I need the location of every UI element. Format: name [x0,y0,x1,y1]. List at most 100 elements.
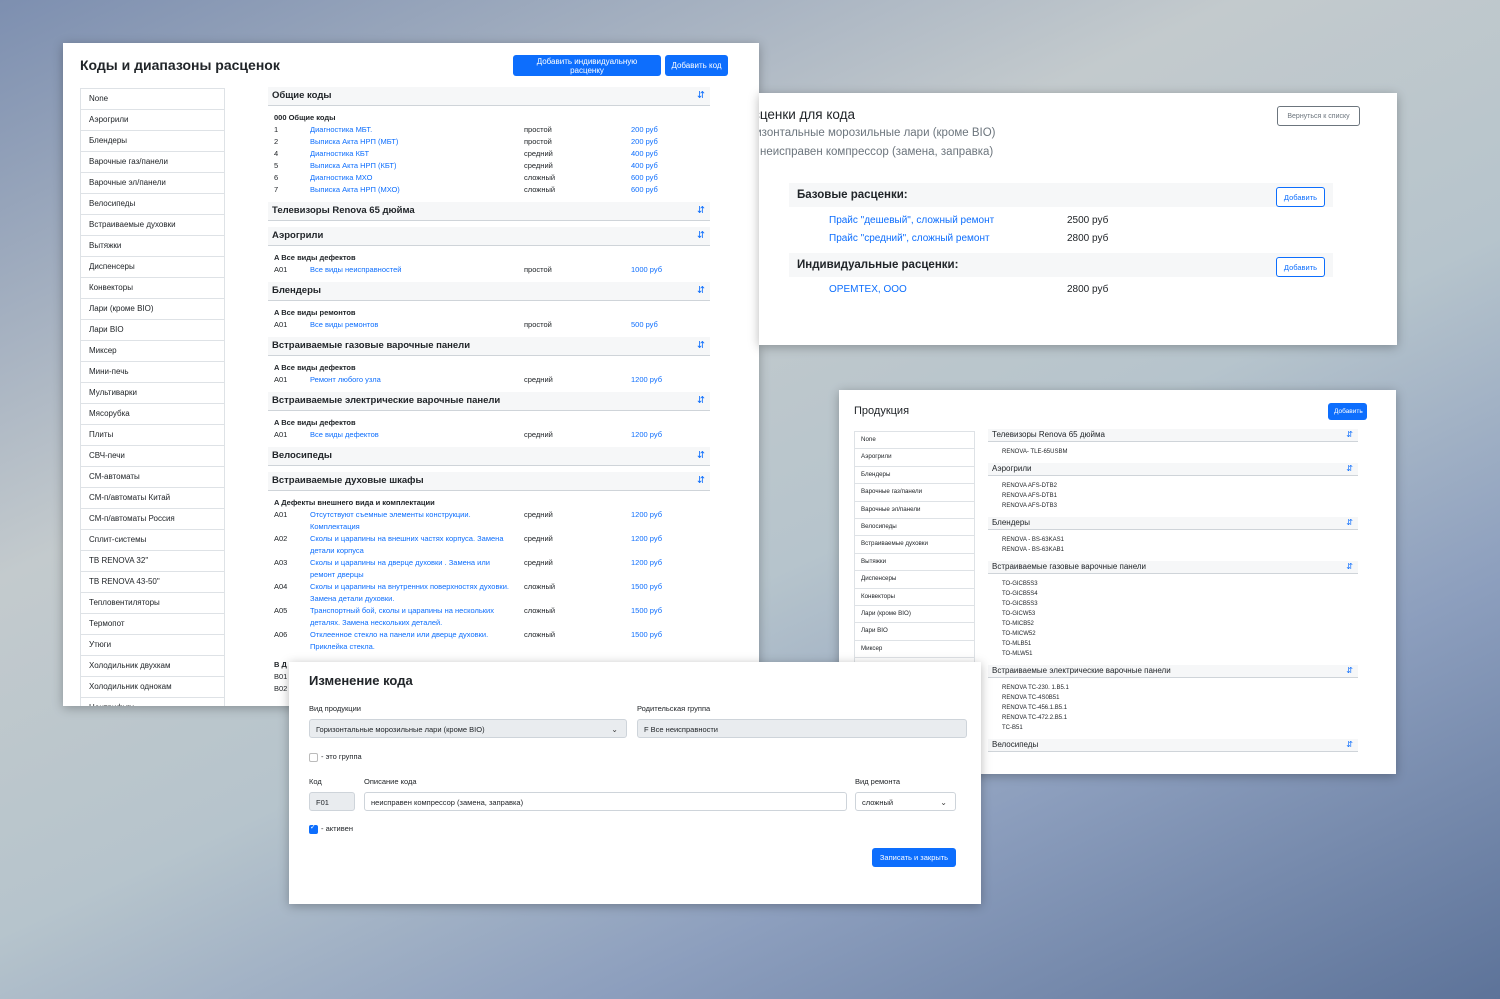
sidebar-item[interactable]: Блендеры [81,131,224,152]
back-to-list-button[interactable]: Вернуться к списку [1277,106,1360,126]
product-item[interactable]: TO-GICB5S3 [988,579,1358,589]
group-header[interactable]: Блендеры ⇵ [268,282,710,301]
sidebar-item[interactable]: Миксер [81,341,224,362]
price-link[interactable]: 1200 руб [631,533,662,545]
product-item[interactable]: TO-MICB52 [988,619,1358,629]
sidebar-item[interactable]: Встраиваемые духовки [855,536,974,554]
code-desc-field[interactable]: неисправен компрессор (замена, заправка) [364,792,847,811]
price-link[interactable]: 1200 руб [631,557,662,569]
sort-arrows-icon[interactable]: ⇵ [1346,739,1353,751]
price-link[interactable]: 1000 руб [631,264,662,276]
sort-arrows-icon[interactable]: ⇵ [697,202,705,220]
price-link[interactable]: 400 руб [631,148,658,160]
price-link[interactable]: 1500 руб [631,605,662,617]
sidebar-item[interactable]: Вытяжки [855,554,974,572]
sidebar-item[interactable]: СМ-п/автоматы Россия [81,509,224,530]
product-group-header[interactable]: Встраиваемые электрические варочные пане… [988,665,1358,678]
code-desc-link[interactable]: Выписка Акта НРП (КБТ) [310,160,514,172]
code-desc-link[interactable]: Все виды ремонтов [310,319,514,331]
sidebar-item[interactable]: Диспенсеры [81,257,224,278]
sidebar-item[interactable]: Центрифуги [81,698,224,706]
product-item[interactable]: TO-GICB5S3 [988,599,1358,609]
product-item[interactable]: TO-MLW51 [988,649,1358,659]
product-item[interactable]: RENOVA TC-456.1.B5.1 [988,703,1358,713]
sidebar-item[interactable]: Варочные эл/панели [81,173,224,194]
sort-arrows-icon[interactable]: ⇵ [1346,665,1353,677]
sort-arrows-icon[interactable]: ⇵ [1346,463,1353,475]
sort-arrows-icon[interactable]: ⇵ [697,282,705,300]
sidebar-item[interactable]: Велосипеды [81,194,224,215]
price-link[interactable]: 1200 руб [631,429,662,441]
sidebar-item[interactable]: Мясорубка [81,404,224,425]
is-group-checkbox[interactable] [309,753,318,762]
sidebar-item[interactable]: Вытяжки [81,236,224,257]
sidebar-item[interactable]: Лари (кроме BIO) [81,299,224,320]
sort-arrows-icon[interactable]: ⇵ [1346,517,1353,529]
sidebar-item[interactable]: Лари (кроме BIO) [855,606,974,624]
individual-price-name[interactable]: ОРЕМТЕХ, ООО [829,284,907,295]
product-type-select[interactable]: Горизонтальные морозильные лари (кроме B… [309,719,627,738]
add-individual-price-button[interactable]: Добавить индивидуальную расценку [513,55,661,76]
group-header[interactable]: Велосипеды ⇵ [268,447,710,466]
sort-arrows-icon[interactable]: ⇵ [697,337,705,355]
product-group-header[interactable]: Телевизоры Renova 65 дюйма ⇵ [988,429,1358,442]
price-link[interactable]: 1200 руб [631,374,662,386]
product-item[interactable]: RENOVA AFS-DTB1 [988,491,1358,501]
sort-arrows-icon[interactable]: ⇵ [1346,429,1353,441]
code-desc-link[interactable]: Транспортный бой, сколы и царапины на не… [310,605,514,629]
price-link[interactable]: 200 руб [631,124,658,136]
product-item[interactable]: RENOVA - BS-63KAB1 [988,545,1358,555]
product-group-header[interactable]: Аэрогрили ⇵ [988,463,1358,476]
sort-arrows-icon[interactable]: ⇵ [697,392,705,410]
sidebar-item[interactable]: Конвекторы [855,589,974,606]
sort-arrows-icon[interactable]: ⇵ [697,447,705,465]
sidebar-item[interactable]: Встраиваемые духовки [81,215,224,236]
sidebar-item[interactable]: Холодильник двухкам [81,656,224,677]
active-checkbox[interactable] [309,823,318,834]
product-group-header[interactable]: Встраиваемые газовые варочные панели ⇵ [988,561,1358,574]
product-item[interactable]: RENOVA AFS-DTB2 [988,481,1358,491]
sidebar-item[interactable]: Диспенсеры [855,571,974,589]
sidebar-item[interactable]: Конвекторы [81,278,224,299]
save-and-close-button[interactable]: Записать и закрыть [872,848,956,867]
product-item[interactable]: RENOVA TC-472.2.B5.1 [988,713,1358,723]
product-item[interactable]: RENOVA TC-230. 1.B5.1 [988,683,1358,693]
parent-group-select[interactable]: F Все неисправности [637,719,967,738]
code-desc-link[interactable]: Ремонт любого узла [310,374,514,386]
sidebar-item[interactable]: СМ-п/автоматы Китай [81,488,224,509]
product-group-header[interactable]: Блендеры ⇵ [988,517,1358,530]
group-header[interactable]: Аэрогрили ⇵ [268,227,710,246]
add-individual-price-button[interactable]: Добавить [1276,257,1325,277]
code-desc-link[interactable]: Отклеенное стекло на панели или дверце д… [310,629,514,653]
sidebar-item[interactable]: Термопот [81,614,224,635]
sidebar-item[interactable]: Велосипеды [855,519,974,537]
sidebar-item[interactable]: Варочные газ/панели [855,484,974,502]
group-header[interactable]: Встраиваемые электрические варочные пане… [268,392,710,411]
sidebar-item[interactable]: Аэрогрили [855,449,974,467]
product-item[interactable]: RENOVA AFS-DTB3 [988,501,1358,511]
sidebar-item[interactable]: СВЧ-печи [81,446,224,467]
sidebar-item[interactable]: Миксер [855,641,974,659]
product-item[interactable]: RENOVA- TLE-65USBM [988,447,1358,457]
price-link[interactable]: 200 руб [631,136,658,148]
sidebar-item[interactable]: ТВ RENOVA 32" [81,551,224,572]
sidebar-item[interactable]: Варочные газ/панели [81,152,224,173]
sidebar-item[interactable]: Аэрогрили [81,110,224,131]
sidebar-item[interactable]: ТВ RENOVA 43-50" [81,572,224,593]
code-desc-link[interactable]: Все виды неисправностей [310,264,514,276]
code-desc-link[interactable]: Выписка Акта НРП (МБТ) [310,136,514,148]
sidebar-item[interactable]: Мини-печь [81,362,224,383]
add-code-button[interactable]: Добавить код [665,55,728,76]
code-desc-link[interactable]: Диагностика МХО [310,172,514,184]
base-price-name[interactable]: Прайс "дешевый", сложный ремонт [829,215,994,226]
sidebar-item[interactable]: СМ-автоматы [81,467,224,488]
sidebar-item[interactable]: Сплит-системы [81,530,224,551]
product-item[interactable]: TO-GICW53 [988,609,1358,619]
code-desc-link[interactable]: Диагностика КБТ [310,148,514,160]
sidebar-item[interactable]: None [855,432,974,450]
sort-arrows-icon[interactable]: ⇵ [697,472,705,490]
sidebar-item[interactable]: Плиты [81,425,224,446]
sidebar-item[interactable]: Утюги [81,635,224,656]
price-link[interactable]: 1500 руб [631,581,662,593]
code-field[interactable]: F01 [309,792,355,811]
